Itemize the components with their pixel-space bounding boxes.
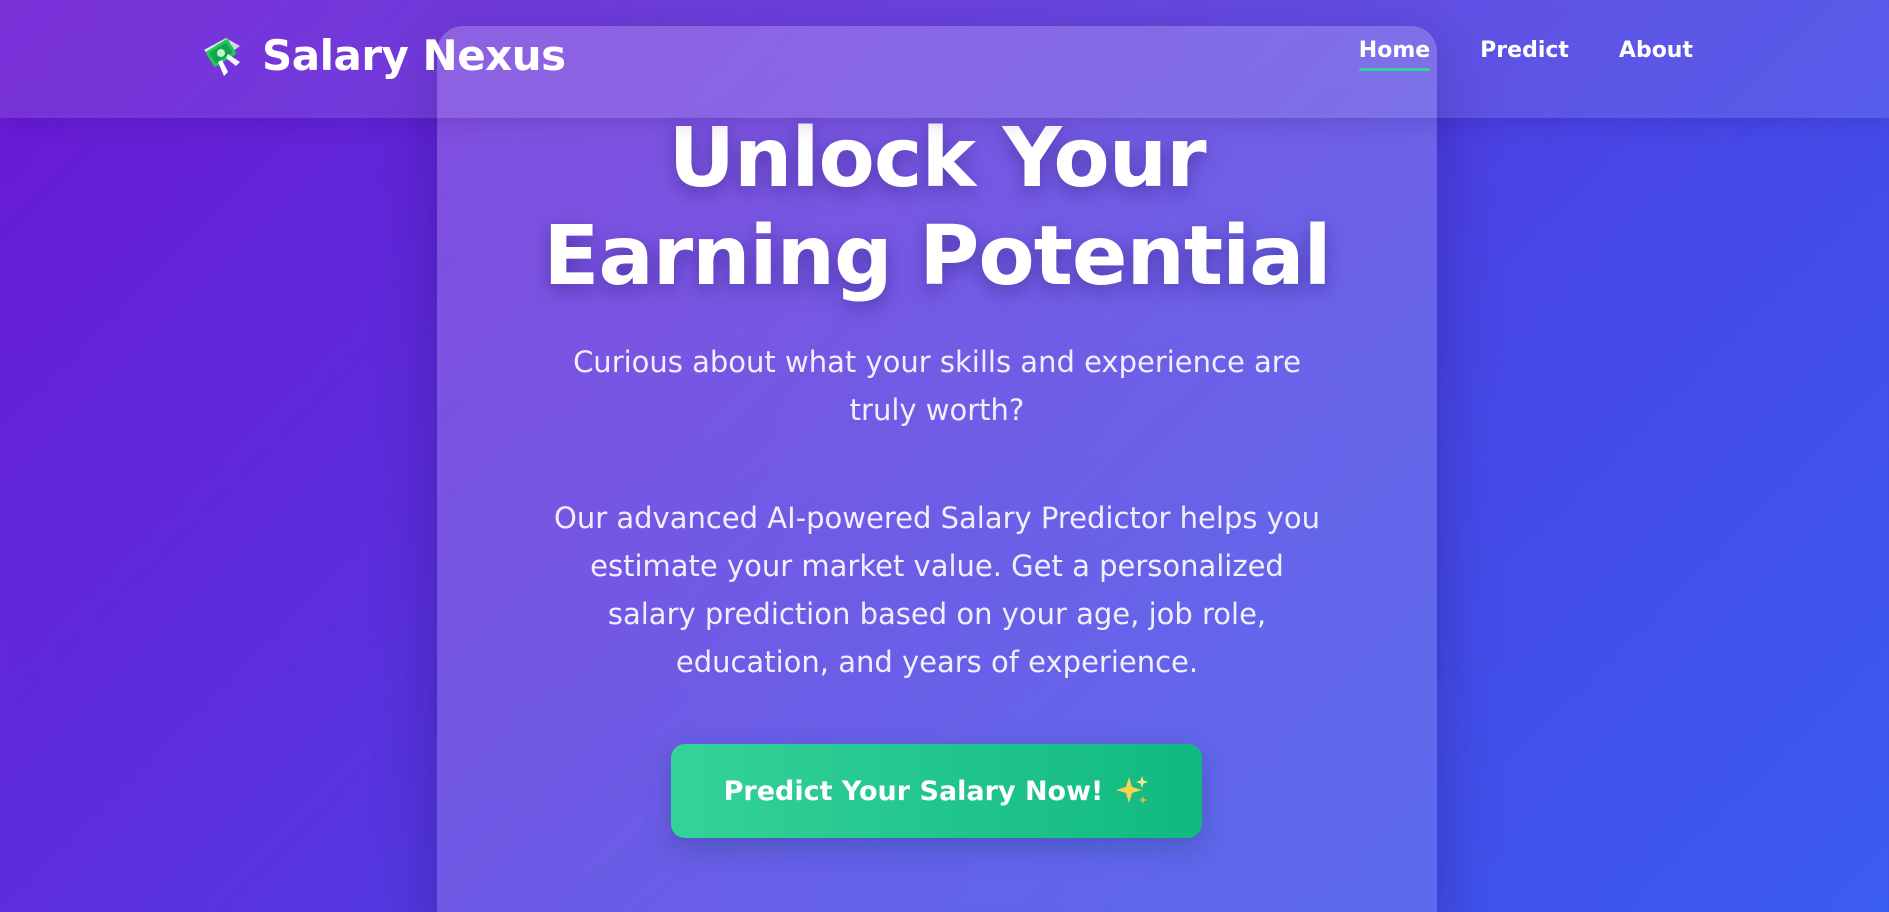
predict-salary-button[interactable]: Predict Your Salary Now! [671,744,1202,838]
hero-description: Our advanced AI-powered Salary Predictor… [554,501,1320,679]
hero-subtitle: Curious about what your skills and exper… [573,345,1301,427]
money-with-wings-icon [200,32,246,78]
hero-title: Unlock Your Earning Potential [437,110,1437,306]
main-nav: Home Predict About [1358,38,1693,71]
hero-card: Unlock Your Earning Potential Curious ab… [437,26,1437,912]
top-navbar: Salary Nexus Home Predict About [0,0,1889,118]
brand[interactable]: Salary Nexus [200,28,566,82]
brand-title: Salary Nexus [262,30,566,80]
hero-title-line2: Earning Potential [543,209,1331,304]
hero-title-line1: Unlock Your [668,111,1206,206]
sparkles-icon [1115,774,1149,808]
nav-about-link[interactable]: About [1619,38,1693,71]
nav-predict-link[interactable]: Predict [1480,38,1569,71]
nav-home-link[interactable]: Home [1358,38,1431,71]
predict-salary-button-label: Predict Your Salary Now! [723,775,1104,807]
